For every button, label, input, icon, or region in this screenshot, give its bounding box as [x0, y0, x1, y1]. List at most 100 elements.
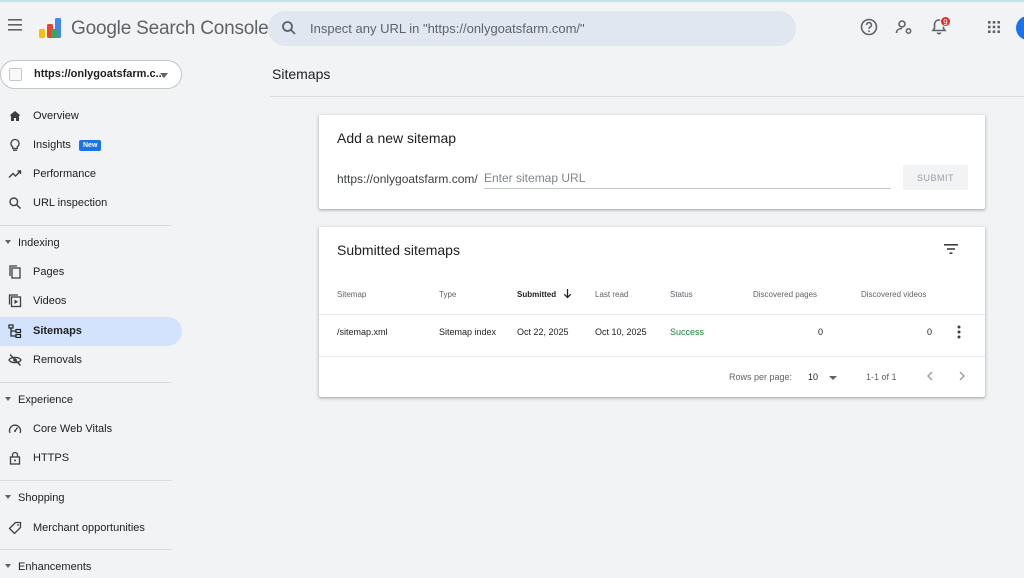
sidebar-item-overview[interactable]: Overview — [0, 102, 182, 131]
visibility-off-icon — [8, 354, 22, 366]
lock-icon — [9, 451, 21, 465]
sitemap-url-prefix: https://onlygoatsfarm.com/ — [337, 172, 478, 186]
avatar[interactable] — [1016, 16, 1024, 40]
cell-sitemap: /sitemap.xml — [337, 327, 388, 337]
card-title: Submitted sitemaps — [337, 242, 460, 258]
sort-arrow-down-icon[interactable] — [563, 288, 572, 299]
property-url: https://onlygoatsfarm.c... — [34, 68, 165, 80]
speed-icon — [8, 424, 22, 434]
chevron-down-icon[interactable] — [829, 376, 837, 380]
search-console-logo — [39, 18, 61, 38]
filter-icon[interactable] — [943, 242, 959, 256]
status-badge: Success — [670, 327, 705, 337]
divider — [0, 382, 172, 383]
section-shopping[interactable]: Shopping — [0, 489, 182, 509]
sidebar-item-pages[interactable]: Pages — [0, 258, 182, 287]
sidebar-item-label: URL inspection — [33, 197, 108, 209]
notification-count-badge: 9 — [940, 16, 951, 27]
rows-per-page-label: Rows per page: — [729, 372, 793, 382]
collapse-arrow-icon — [5, 495, 11, 499]
sidebar-item-label: Overview — [33, 110, 79, 122]
tag-icon — [8, 521, 22, 535]
column-header-status[interactable]: Status — [670, 290, 693, 299]
section-experience[interactable]: Experience — [0, 391, 182, 411]
sitemap-icon — [8, 324, 22, 338]
column-header-discovered-pages[interactable]: Discovered pages — [753, 290, 817, 299]
site-favicon-icon — [9, 68, 22, 81]
sidebar-item-sitemaps[interactable]: Sitemaps — [0, 317, 182, 346]
sidebar-item-merchant-opportunities[interactable]: Merchant opportunities — [0, 514, 182, 543]
column-header-discovered-videos[interactable]: Discovered videos — [861, 290, 926, 299]
collapse-arrow-icon — [5, 564, 11, 568]
previous-page-icon[interactable] — [923, 369, 937, 383]
submitted-sitemaps-card: Submitted sitemaps Sitemap Type Submitte… — [319, 227, 985, 397]
page-title: Sitemaps — [272, 66, 331, 82]
divider — [0, 225, 172, 226]
sidebar-item-url-inspection[interactable]: URL inspection — [0, 189, 182, 218]
search-icon — [282, 21, 296, 35]
divider — [0, 480, 172, 481]
sidebar-item-core-web-vitals[interactable]: Core Web Vitals — [0, 415, 182, 444]
manage-users-icon[interactable] — [894, 17, 914, 37]
divider — [0, 549, 172, 550]
top-bar: Google Search Console 9 — [0, 0, 1024, 54]
sidebar-item-label: HTTPS — [33, 452, 70, 464]
cell-last-read: Oct 10, 2025 — [595, 327, 647, 337]
divider — [319, 356, 985, 357]
more-vert-icon[interactable] — [953, 324, 965, 340]
collapse-arrow-icon — [5, 397, 11, 401]
add-sitemap-card: Add a new sitemap https://onlygoatsfarm.… — [319, 115, 985, 209]
section-label: Shopping — [18, 492, 65, 504]
pages-icon — [9, 265, 21, 279]
sidebar-item-label: Insights — [33, 139, 71, 151]
sidebar-item-https[interactable]: HTTPS — [0, 444, 182, 473]
help-icon[interactable] — [859, 17, 879, 37]
sidebar-item-videos[interactable]: Videos — [0, 287, 182, 316]
property-selector[interactable]: https://onlygoatsfarm.c... — [0, 60, 182, 89]
divider — [270, 96, 1024, 97]
sidebar: https://onlygoatsfarm.c... Overview Insi… — [0, 54, 190, 573]
next-page-icon[interactable] — [955, 369, 969, 383]
section-indexing[interactable]: Indexing — [0, 234, 182, 254]
sidebar-item-performance[interactable]: Performance — [0, 160, 182, 189]
column-header-type[interactable]: Type — [439, 290, 456, 299]
sitemap-url-input[interactable] — [484, 168, 891, 189]
sidebar-item-insights[interactable]: Insights New — [0, 131, 182, 160]
collapse-arrow-icon — [5, 240, 11, 244]
cell-discovered-videos: 0 — [927, 327, 933, 337]
submit-button[interactable]: SUBMIT — [903, 165, 968, 190]
cell-discovered-pages: 0 — [818, 327, 824, 337]
column-header-sitemap[interactable]: Sitemap — [337, 290, 366, 299]
sidebar-item-label: Pages — [33, 266, 65, 278]
sidebar-item-label: Sitemaps — [33, 325, 82, 337]
menu-icon[interactable] — [8, 18, 24, 32]
cell-submitted: Oct 22, 2025 — [517, 327, 569, 337]
sidebar-item-removals[interactable]: Removals — [0, 346, 182, 375]
cell-type: Sitemap index — [439, 327, 497, 337]
chevron-down-icon — [160, 73, 168, 78]
new-badge: New — [79, 140, 102, 151]
sidebar-item-label: Videos — [33, 295, 67, 307]
lightbulb-icon — [10, 138, 20, 151]
search-icon — [9, 197, 22, 210]
pagination-range: 1-1 of 1 — [866, 372, 897, 382]
section-enhancements[interactable]: Enhancements — [0, 558, 182, 578]
sidebar-item-label: Core Web Vitals — [33, 423, 113, 435]
section-label: Experience — [18, 394, 74, 406]
sidebar-item-label: Merchant opportunities — [33, 522, 145, 534]
home-icon — [9, 111, 21, 121]
trending-icon — [8, 170, 22, 178]
search-input[interactable] — [310, 18, 780, 38]
url-inspection-search[interactable] — [268, 11, 796, 46]
divider — [319, 314, 985, 315]
column-header-last-read[interactable]: Last read — [595, 290, 628, 299]
section-label: Indexing — [18, 237, 60, 249]
sidebar-item-label: Performance — [33, 168, 96, 180]
card-title: Add a new sitemap — [337, 130, 457, 146]
video-icon — [8, 294, 22, 308]
apps-grid-icon[interactable] — [984, 17, 1004, 37]
section-label: Enhancements — [18, 561, 92, 573]
column-header-submitted[interactable]: Submitted — [517, 290, 556, 299]
app-title[interactable]: Google Search Console — [71, 18, 269, 40]
rows-per-page-select[interactable]: 10 — [808, 372, 818, 382]
